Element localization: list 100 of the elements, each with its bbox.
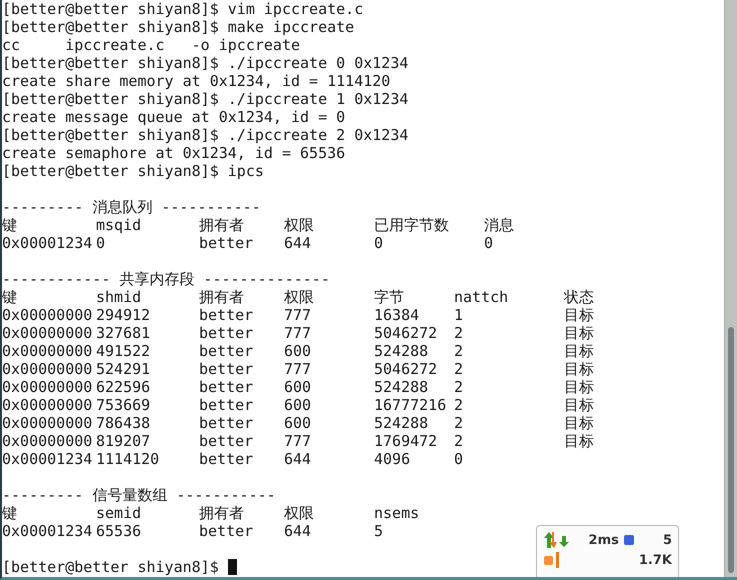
column-header: nattch [454, 288, 508, 306]
table-cell: 5 [374, 522, 384, 540]
column-header: 拥有者 [199, 216, 244, 234]
table-cell: better [199, 414, 254, 432]
table-cell: 0x00000000 [2, 360, 92, 378]
table-cell: 524288 [374, 342, 428, 360]
table-cell: 65536 [96, 522, 142, 540]
table-cell: 2 [454, 396, 464, 414]
table-cell: 622596 [96, 378, 150, 396]
table-cell: 0 [484, 234, 494, 252]
table-cell: 786438 [96, 414, 150, 432]
column-header: 键 [2, 504, 17, 522]
table-cell: 777 [284, 432, 312, 450]
table-cell: 1114120 [96, 450, 160, 468]
table-cell: 0 [374, 234, 384, 252]
table-cell: 644 [284, 450, 312, 468]
rate-value: 1.7K [638, 552, 672, 568]
terminal-line: [better@better shiyan8]$ ./ipccreate 1 0x1234 [2, 90, 410, 108]
column-header: shmid [96, 288, 142, 306]
table-cell: 1769472 [374, 432, 438, 450]
table-cell: 524291 [96, 360, 150, 378]
scroll-thumb[interactable] [728, 327, 734, 573]
table-cell: 0x00001234 [2, 522, 92, 540]
table-cell: better [199, 360, 254, 378]
terminal-line: create message queue at 0x1234, id = 0 [2, 108, 346, 126]
table-cell: 2 [454, 378, 464, 396]
table-cell: 5046272 [374, 360, 438, 378]
table-cell: better [199, 306, 254, 324]
terminal-line: [better@better shiyan8]$ ./ipccreate 2 0x1234 [2, 126, 410, 144]
column-header: 拥有者 [199, 288, 244, 306]
table-cell: 777 [284, 306, 312, 324]
table-cell: 2 [454, 342, 464, 360]
column-header: 状态 [564, 288, 594, 306]
column-header: 拥有者 [199, 504, 244, 522]
column-header: 消息 [484, 216, 514, 234]
table-cell: 0 [96, 234, 106, 252]
terminal-line: [better@better shiyan8]$ ipcs [2, 162, 265, 180]
section-title: --------- 消息队列 ----------- [2, 198, 262, 216]
terminal-line: create semaphore at 0x1234, id = 65536 [2, 144, 346, 162]
square-icon [622, 534, 635, 546]
table-cell: better [199, 450, 254, 468]
table-cell: 524288 [374, 414, 428, 432]
terminal-line: create share memory at 0x1234, id = 1114120 [2, 72, 392, 90]
terminal-line: [better@better shiyan8]$ ./ipccreate 0 0x1234 [2, 54, 410, 72]
column-header: semid [96, 504, 142, 522]
terminal-line: [better@better shiyan8]$ vim ipccreate.c [2, 0, 364, 18]
table-cell: 目标 [564, 432, 594, 450]
column-header: 权限 [284, 288, 314, 306]
table-cell: 0x00001234 [2, 234, 92, 252]
scrollbar[interactable] [724, 0, 737, 577]
table-cell: 600 [284, 378, 312, 396]
table-cell: 目标 [564, 378, 594, 396]
column-header: 字节 [374, 288, 404, 306]
table-cell: 524288 [374, 378, 428, 396]
table-cell: 2 [454, 360, 464, 378]
table-cell: 294912 [96, 306, 150, 324]
table-cell: better [199, 342, 254, 360]
column-header: 已用字节数 [374, 216, 449, 234]
table-cell: 600 [284, 396, 312, 414]
table-cell: 0x00000000 [2, 378, 92, 396]
square-bar-icon [543, 552, 561, 568]
table-cell: 0x00001234 [2, 450, 92, 468]
table-cell: better [199, 378, 254, 396]
table-cell: 0 [454, 450, 464, 468]
latency-value: 2ms [588, 532, 619, 548]
column-header: 权限 [284, 216, 314, 234]
table-cell: 600 [284, 342, 312, 360]
section-title: ------------ 共享内存段 -------------- [2, 270, 331, 288]
column-header: 权限 [284, 504, 314, 522]
table-cell: 327681 [96, 324, 150, 342]
table-cell: 2 [454, 414, 464, 432]
table-cell: 0x00000000 [2, 432, 92, 450]
table-cell: better [199, 522, 254, 540]
table-cell: 16384 [374, 306, 420, 324]
column-header: 键 [2, 288, 17, 306]
table-cell: 目标 [564, 306, 594, 324]
table-cell: 1 [454, 306, 464, 324]
table-cell: 0x00000000 [2, 342, 92, 360]
text-cursor [228, 559, 237, 575]
table-cell: 目标 [564, 396, 594, 414]
table-cell: 目标 [564, 324, 594, 342]
column-header: nsems [374, 504, 420, 522]
count-value: 5 [662, 532, 672, 548]
table-cell: 2 [454, 432, 464, 450]
table-cell: 600 [284, 414, 312, 432]
table-cell: 777 [284, 324, 312, 342]
table-cell: better [199, 324, 254, 342]
table-cell: 0x00000000 [2, 396, 92, 414]
section-title: --------- 信号量数组 ----------- [2, 486, 277, 504]
table-cell: 0x00000000 [2, 306, 92, 324]
table-cell: 819207 [96, 432, 150, 450]
table-cell: 0x00000000 [2, 324, 92, 342]
table-cell: 0x00000000 [2, 414, 92, 432]
column-header: 键 [2, 216, 17, 234]
table-cell: 753669 [96, 396, 150, 414]
table-cell: 16777216 [374, 396, 446, 414]
table-cell: 491522 [96, 342, 150, 360]
table-cell: better [199, 432, 254, 450]
arrows-icon [543, 532, 569, 548]
table-cell: 2 [454, 324, 464, 342]
